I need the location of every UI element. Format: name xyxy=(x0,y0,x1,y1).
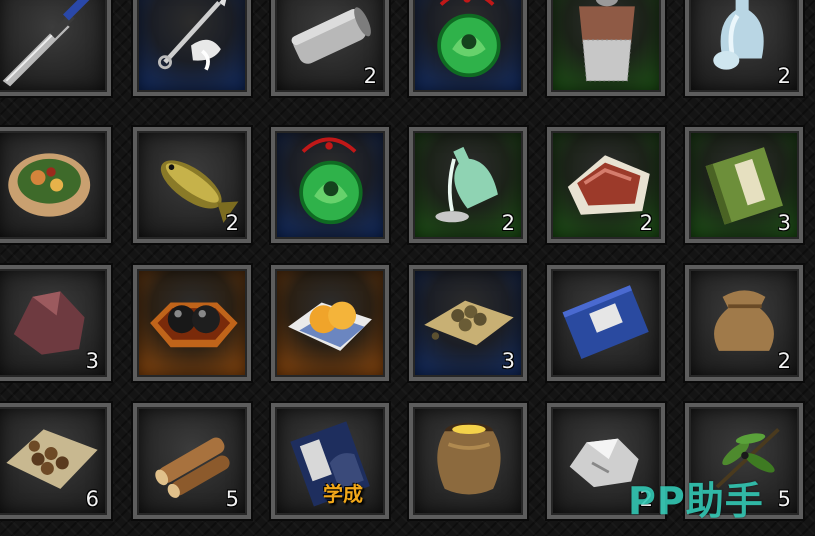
inventory-slot[interactable] xyxy=(269,125,391,245)
item-quantity: 3 xyxy=(777,211,791,235)
item-quantity: 3 xyxy=(85,349,99,373)
inventory-slot[interactable]: 3 xyxy=(0,263,113,383)
item-quantity: 2 xyxy=(777,349,791,373)
inventory-slot[interactable] xyxy=(407,401,529,521)
item-quantity: 2 xyxy=(225,211,239,235)
inventory-slot[interactable]: 2 xyxy=(683,0,805,98)
inventory-slot[interactable]: 2 xyxy=(407,125,529,245)
inventory-slot[interactable]: 新 xyxy=(407,0,529,98)
inventory-slot[interactable]: 6 xyxy=(0,401,113,521)
watermark: PP助手 xyxy=(628,479,764,523)
item-quantity: 2 xyxy=(363,64,377,88)
inventory-slot[interactable]: 2 xyxy=(683,263,805,383)
inventory-slot[interactable] xyxy=(0,125,113,245)
inventory-slot[interactable]: 2 xyxy=(269,0,391,98)
new-badge: 新 xyxy=(507,0,521,1)
inventory-slot[interactable] xyxy=(545,0,667,98)
inventory-slot[interactable]: 2 xyxy=(545,125,667,245)
item-quantity: 2 xyxy=(639,211,653,235)
inventory-slot[interactable]: 学成 xyxy=(269,401,391,521)
inventory-slot[interactable]: 3 xyxy=(683,125,805,245)
inventory-slot[interactable]: 新 xyxy=(0,0,113,98)
inventory-slot[interactable]: 5 xyxy=(131,401,253,521)
inventory-slot[interactable] xyxy=(131,0,253,98)
inventory-slot[interactable]: 2 xyxy=(131,125,253,245)
item-quantity: 2 xyxy=(777,64,791,88)
inventory-slot[interactable] xyxy=(131,263,253,383)
new-badge: 新 xyxy=(91,0,105,1)
item-quantity: 6 xyxy=(85,487,99,511)
item-quantity: 3 xyxy=(501,349,515,373)
inventory-slot[interactable] xyxy=(545,263,667,383)
item-quantity: 5 xyxy=(777,487,791,511)
inventory-slot[interactable] xyxy=(269,263,391,383)
item-quantity: 2 xyxy=(501,211,515,235)
skill-book-label: 学成 xyxy=(323,482,363,506)
item-quantity: 5 xyxy=(225,487,239,511)
inventory-slot[interactable]: 3 xyxy=(407,263,529,383)
